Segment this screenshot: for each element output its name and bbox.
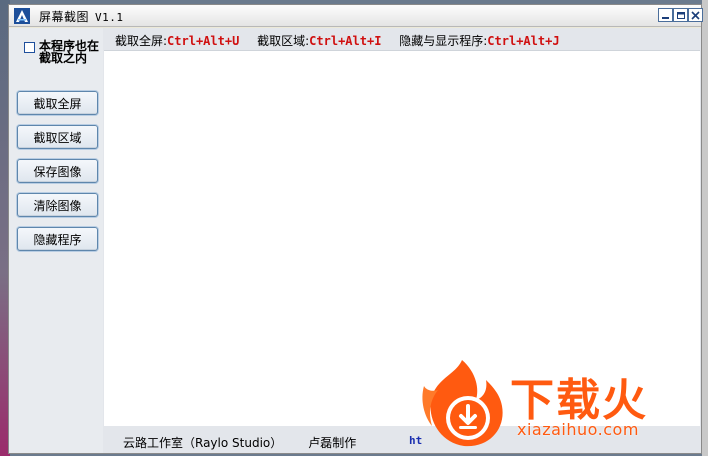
window-title-name: 屏幕截图 [39, 10, 90, 24]
hotkey-label: 截取全屏: [115, 34, 168, 48]
capture-region-button[interactable]: 截取区域 [17, 125, 98, 149]
hotkey-label: 隐藏与显示程序: [399, 34, 488, 48]
footer: 云路工作室（Raylo Studio） 卢磊制作 ht [123, 434, 422, 451]
hotkey-label: 截取区域: [257, 34, 310, 48]
hide-program-button[interactable]: 隐藏程序 [17, 227, 98, 251]
close-button[interactable] [688, 8, 703, 22]
close-icon [691, 11, 700, 20]
hotkey-hint-bar: 截取全屏:Ctrl+Alt+U 截取区域:Ctrl+Alt+I 隐藏与显示程序:… [115, 32, 574, 50]
author-credit: 卢磊制作 [308, 436, 357, 450]
watermark-domain: xiazaihuo.com [517, 420, 639, 439]
hotkey-value: Ctrl+Alt+U [167, 34, 240, 48]
minimize-button[interactable] [658, 8, 673, 22]
save-image-button[interactable]: 保存图像 [17, 159, 98, 183]
hotkey-value: Ctrl+Alt+J [487, 34, 560, 48]
maximize-icon [677, 12, 685, 19]
flame-logo-icon [422, 360, 503, 447]
hotkey-value: Ctrl+Alt+I [309, 34, 382, 48]
clear-image-button[interactable]: 清除图像 [17, 193, 98, 217]
minimize-icon [662, 17, 669, 19]
sidebar: 本程序也在截取之内 截取全屏 截取区域 保存图像 清除图像 隐藏程序 [9, 28, 103, 453]
capture-fullscreen-button[interactable]: 截取全屏 [17, 91, 98, 115]
studio-credit: 云路工作室（Raylo Studio） [123, 436, 283, 450]
maximize-button[interactable] [673, 8, 688, 22]
include-self-label: 本程序也在截取之内 [39, 39, 100, 65]
watermark-brand: 下载火 [510, 375, 648, 426]
title-bar[interactable]: 屏幕截图 V1.1 [9, 5, 703, 27]
app-logo-icon [14, 8, 30, 24]
window-title-version: V1.1 [95, 11, 124, 24]
watermark: 下载火 xiazaihuo.com [412, 354, 708, 456]
window-title: 屏幕截图 V1.1 [39, 8, 124, 25]
include-self-checkbox[interactable] [24, 42, 35, 53]
